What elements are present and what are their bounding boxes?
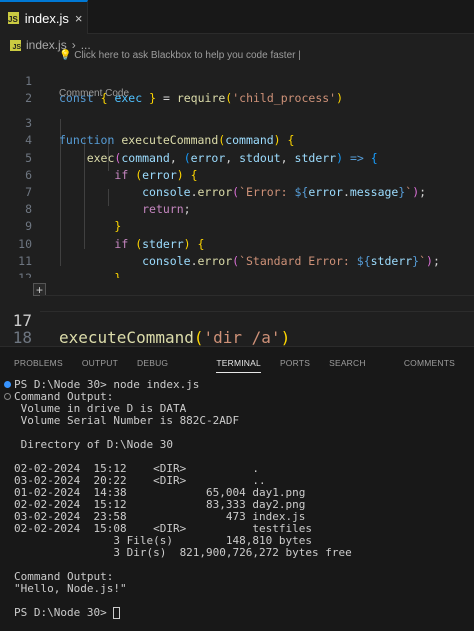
tab-comments[interactable]: COMMENTS [404,347,455,379]
terminal-cursor [113,607,121,619]
prompt-text: PS D:\Node 30> [14,606,114,619]
code-editor-lower[interactable]: + 17 executeCommand('dir /a') 18 execute… [0,278,474,364]
code-line-10: 10 console.error(`Standard Error: ${stde… [0,218,474,268]
tab-search-error[interactable]: SEARCH ERROR [329,347,385,400]
tab-label: index.js [24,10,69,26]
code-line-4: 4 exec(command, (error, stdout, stderr) … [0,115,474,164]
terminal-prompt[interactable]: PS D:\Node 30> [14,606,121,619]
terminal[interactable]: PS D:\Node 30> node index.js Command Out… [0,379,474,631]
command-success-icon[interactable] [4,381,11,388]
panel-tab-bar: PROBLEMS OUTPUT DEBUG CONSOLE TERMINAL P… [0,347,474,400]
terminal-line: 3 Dir(s) 821,900,726,272 bytes free [14,546,352,559]
code-line-3: 3 function executeCommand(command) { [0,98,474,147]
tab-output[interactable]: OUTPUT [82,347,118,379]
tab-problems[interactable]: PROBLEMS [14,347,63,379]
terminal-line: Directory of D:\Node 30 [14,438,173,451]
tab-index-js[interactable]: JS index.js × [0,0,88,34]
editor-tab-bar: JS index.js × [0,0,474,34]
code-line-1: 1 const { exec } = require('child_proces… [0,56,474,105]
code-line-8: 8 } [0,184,474,233]
js-file-icon: JS [10,39,21,51]
code-line-12: 12 console.log(`Command Output:\n${stdou… [0,253,474,302]
code-line-19: 19 [0,329,474,363]
code-line-18: 18 executeCommand('echo "Hello, Node.js!… [0,312,474,364]
tab-ports[interactable]: PORTS [280,347,310,379]
terminal-line: "Hello, Node.js!" [14,582,127,595]
tab-terminal[interactable]: TERMINAL [216,347,261,379]
close-icon[interactable]: × [75,11,83,26]
terminal-line: Volume Serial Number is 882C-2ADF [14,414,240,427]
code-line-9: 9 if (stderr) { [0,201,474,250]
code-line-5: 5 if (error) { [0,132,474,182]
code-line-17: 17 executeCommand('dir /a') [0,295,474,347]
code-line-11: 11 } [0,236,474,285]
code-line-7: 7 return; [0,167,474,216]
js-file-icon: JS [8,12,19,24]
tab-debug-console[interactable]: DEBUG CONSOLE [137,347,197,400]
code-line-6: 6 console.error(`Error: ${error.message}… [0,150,474,199]
command-decoration-icon[interactable] [4,393,11,400]
